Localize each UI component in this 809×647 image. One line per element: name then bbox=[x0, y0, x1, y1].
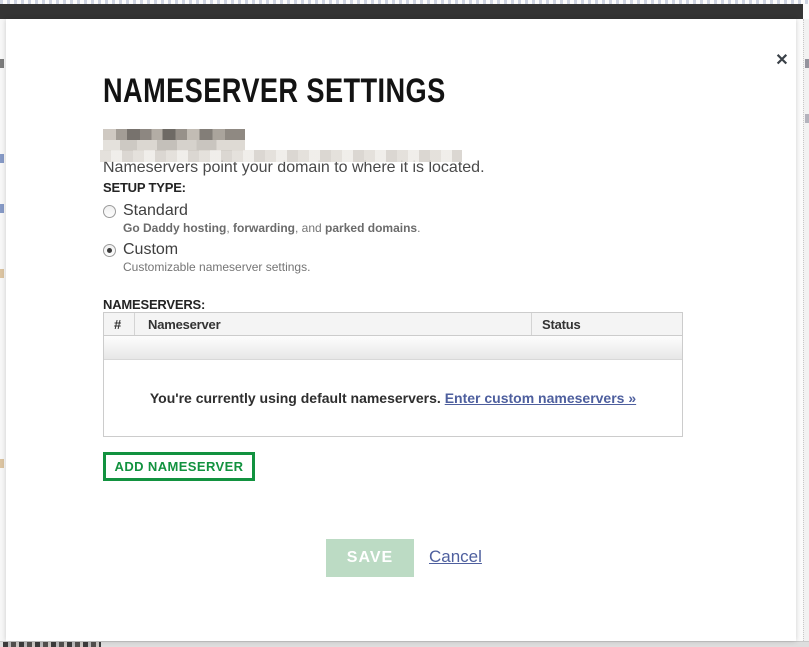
nameservers-label: NAMESERVERS: bbox=[103, 297, 205, 312]
nameservers-table-header: # Nameserver Status bbox=[104, 313, 682, 336]
modal-title: NAMESERVER SETTINGS bbox=[103, 72, 446, 111]
radio-standard-label: Standard bbox=[123, 202, 188, 220]
add-nameserver-button[interactable]: ADD NAMESERVER bbox=[103, 452, 255, 481]
radio-standard-description: Go Daddy hosting, forwarding, and parked… bbox=[123, 221, 420, 235]
radio-custom[interactable]: Custom bbox=[103, 241, 178, 259]
save-button[interactable]: SAVE bbox=[326, 539, 414, 577]
close-icon[interactable]: ✕ bbox=[769, 49, 795, 73]
radio-custom-label: Custom bbox=[123, 241, 178, 259]
column-header-status: Status bbox=[532, 313, 682, 335]
nameserver-settings-modal: ✕ NAMESERVER SETTINGS Nameservers point … bbox=[6, 19, 796, 641]
radio-standard-circle[interactable] bbox=[103, 205, 116, 218]
nameservers-table: # Nameserver Status You're currently usi… bbox=[103, 312, 683, 437]
background-header-bar bbox=[0, 4, 803, 19]
setup-type-label: SETUP TYPE: bbox=[103, 180, 186, 195]
column-header-nameserver: Nameserver bbox=[135, 313, 532, 335]
column-header-number: # bbox=[104, 313, 135, 335]
redacted-domain-name bbox=[103, 129, 245, 151]
radio-custom-circle[interactable] bbox=[103, 244, 116, 257]
empty-state-message: You're currently using default nameserve… bbox=[150, 390, 445, 406]
enter-custom-nameservers-link[interactable]: Enter custom nameservers » bbox=[445, 390, 636, 406]
screen: ✕ NAMESERVER SETTINGS Nameservers point … bbox=[0, 0, 809, 647]
radio-standard[interactable]: Standard bbox=[103, 202, 188, 220]
background-page-fragment-bottom bbox=[0, 641, 809, 647]
table-empty-state: You're currently using default nameserve… bbox=[104, 360, 682, 436]
radio-custom-description: Customizable nameserver settings. bbox=[123, 260, 310, 274]
redaction-blur-strip bbox=[100, 150, 462, 162]
table-empty-row bbox=[104, 336, 682, 360]
cancel-link[interactable]: Cancel bbox=[429, 547, 482, 567]
redacted-background-text bbox=[3, 642, 101, 647]
background-page-fragment-right bbox=[803, 19, 809, 641]
